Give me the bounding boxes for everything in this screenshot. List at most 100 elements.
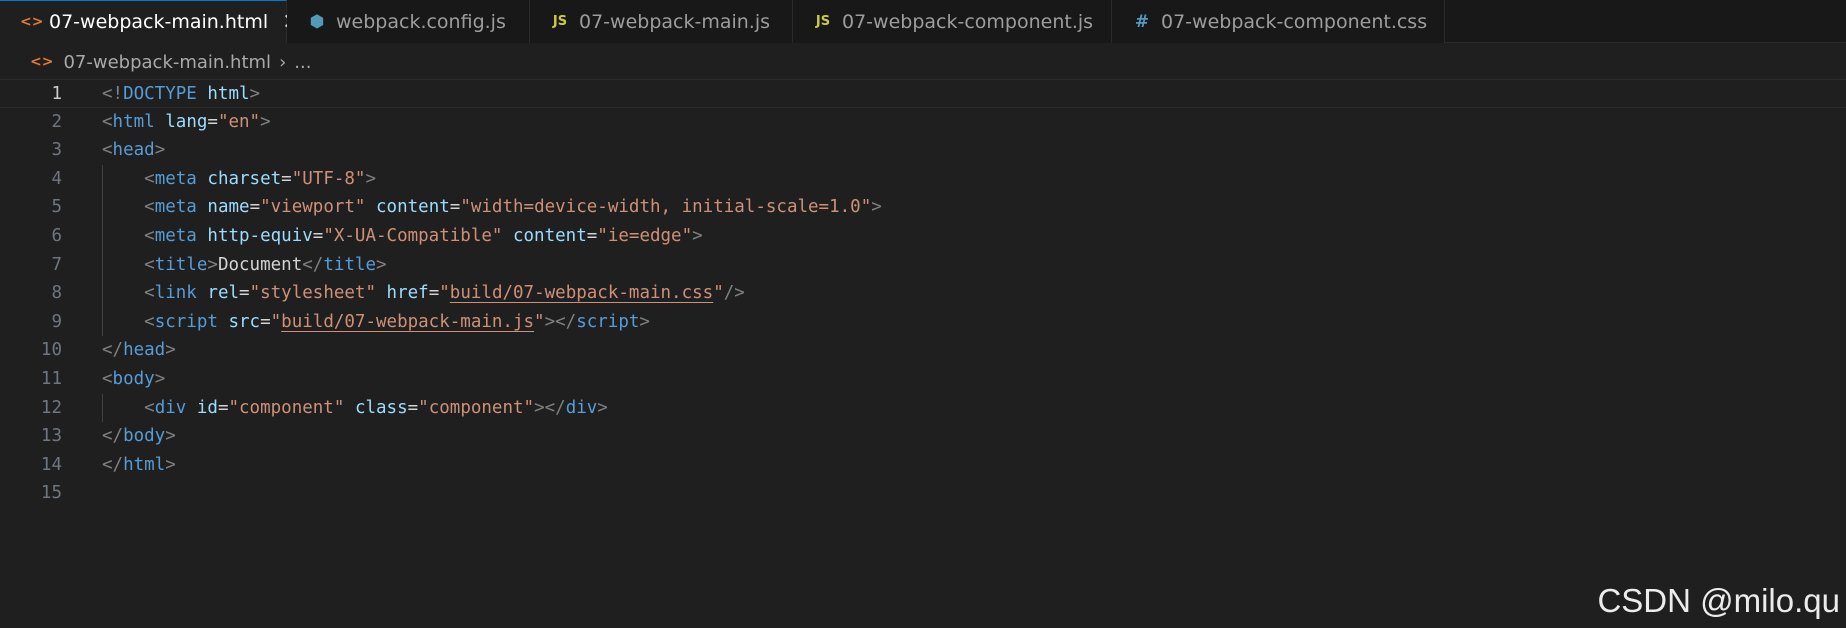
code-text: <head> — [102, 136, 165, 165]
code-token: > — [249, 84, 261, 104]
code-line[interactable]: 13 </body> — [0, 422, 1846, 451]
code-line[interactable]: 15 — [0, 479, 1846, 508]
breadcrumb[interactable]: <> 07-webpack-main.html › ... — [0, 46, 311, 78]
code-token: = — [312, 225, 324, 246]
file-link[interactable]: build/07-webpack-main.css — [450, 283, 713, 303]
code-token: > — [639, 311, 650, 332]
code-token: "component" — [228, 397, 345, 418]
code-token: div — [154, 397, 187, 418]
code-token: < — [102, 368, 113, 389]
code-token: < — [144, 311, 155, 332]
line-number: 6 — [51, 225, 62, 246]
code-line[interactable]: 10 </head> — [0, 336, 1846, 365]
tab-webpack-config-js[interactable]: ⬢ webpack.config.js — [287, 0, 530, 43]
code-token: " — [534, 311, 545, 332]
html-file-icon: <> — [30, 54, 54, 70]
code-token: head — [123, 340, 166, 361]
line-number: 12 — [40, 397, 62, 418]
code-line[interactable]: 1 <!DOCTYPE html> — [0, 79, 1846, 108]
line-number: 3 — [51, 140, 62, 161]
line-number: 2 — [51, 111, 62, 132]
code-token: href — [386, 283, 429, 304]
code-token: < — [102, 111, 113, 132]
code-line[interactable]: 3 <head> — [0, 136, 1846, 165]
js-file-icon: JS — [552, 14, 568, 29]
code-token: = — [207, 111, 218, 132]
line-number: 7 — [51, 254, 62, 275]
code-token: > — [207, 254, 218, 275]
code-token: class — [354, 397, 408, 418]
code-token: http-equiv — [207, 225, 313, 246]
code-token: title — [323, 254, 376, 275]
breadcrumb-more[interactable]: ... — [294, 52, 311, 73]
code-token: </ — [102, 426, 124, 447]
code-token: = — [428, 283, 440, 304]
code-text: </head> — [102, 336, 176, 365]
code-token: html — [112, 111, 155, 132]
code-token: meta — [154, 168, 197, 189]
code-token: ></ — [534, 397, 566, 418]
line-number: 9 — [51, 311, 62, 332]
code-line[interactable]: 8 <link rel="stylesheet" href="build/07-… — [0, 279, 1846, 308]
code-token: "UTF-8" — [291, 168, 366, 189]
code-token: ></ — [544, 311, 577, 332]
code-line[interactable]: 7 <title>Document</title> — [0, 250, 1846, 280]
code-token: = — [239, 283, 250, 304]
code-text: <script src="build/07-webpack-main.js"><… — [102, 308, 650, 337]
code-line[interactable]: 6 <meta http-equiv="X-UA-Compatible" con… — [0, 221, 1846, 251]
code-text: <meta name="viewport" content="width=dev… — [102, 193, 882, 222]
tab-07-webpack-main-html[interactable]: <>07-webpack-main.html✕ — [0, 0, 301, 43]
code-line[interactable]: 11 <body> — [0, 365, 1846, 394]
code-token: "stylesheet" — [249, 283, 376, 304]
code-token: > — [597, 397, 608, 418]
tab-label: 07-webpack-component.css — [1161, 10, 1428, 33]
code-line[interactable]: 9 <script src="build/07-webpack-main.js"… — [0, 307, 1846, 337]
code-token: div — [565, 397, 598, 418]
code-token: = — [449, 197, 461, 218]
line-number: 15 — [40, 483, 62, 504]
tab-07-webpack-main-js[interactable]: JS 07-webpack-main.js — [530, 0, 793, 43]
code-line[interactable]: 4 <meta charset="UTF-8"> — [0, 164, 1846, 194]
tab-07-webpack-component-js[interactable]: JS 07-webpack-component.js — [793, 0, 1112, 43]
code-line[interactable]: 5 <meta name="viewport" content="width=d… — [0, 193, 1846, 222]
code-token: < — [144, 397, 155, 418]
code-token: < — [144, 254, 155, 275]
code-editor[interactable]: 1 <!DOCTYPE html> 2 <html lang="en"> 3 <head>… — [0, 79, 1846, 508]
code-text: <meta charset="UTF-8"> — [102, 165, 376, 194]
code-line[interactable]: 14 </html> — [0, 451, 1846, 480]
code-token: id — [196, 397, 218, 418]
code-token: > — [365, 168, 377, 189]
code-token: = — [586, 225, 598, 246]
code-token: Document — [217, 254, 303, 275]
code-line[interactable]: 2 <html lang="en"> — [0, 108, 1846, 137]
code-token: > — [376, 254, 387, 275]
code-token: lang — [165, 111, 208, 132]
code-text: <div id="component" class="component"></… — [102, 394, 608, 423]
code-token: rel — [207, 283, 240, 304]
code-token: > — [871, 197, 882, 218]
line-number: 10 — [40, 340, 62, 361]
code-token: </ — [102, 454, 124, 475]
code-token: content — [512, 225, 587, 246]
code-line[interactable]: 12 <div id="component" class="component"… — [0, 393, 1846, 423]
code-token: title — [154, 254, 208, 275]
tab-label: 07-webpack-main.js — [579, 10, 771, 33]
code-token: <! — [102, 84, 124, 104]
code-token: "en" — [217, 111, 261, 132]
breadcrumb-file[interactable]: 07-webpack-main.html — [63, 52, 271, 73]
code-token: > — [165, 454, 176, 475]
line-number: 8 — [51, 283, 62, 304]
code-token: name — [207, 197, 250, 218]
tab-07-webpack-component-css[interactable]: #07-webpack-component.css — [1112, 0, 1445, 43]
file-link[interactable]: build/07-webpack-main.js — [281, 312, 534, 332]
line-number: 4 — [51, 168, 62, 189]
code-token: script — [576, 311, 640, 332]
code-token: = — [217, 397, 229, 418]
line-number: 1 — [51, 84, 62, 104]
